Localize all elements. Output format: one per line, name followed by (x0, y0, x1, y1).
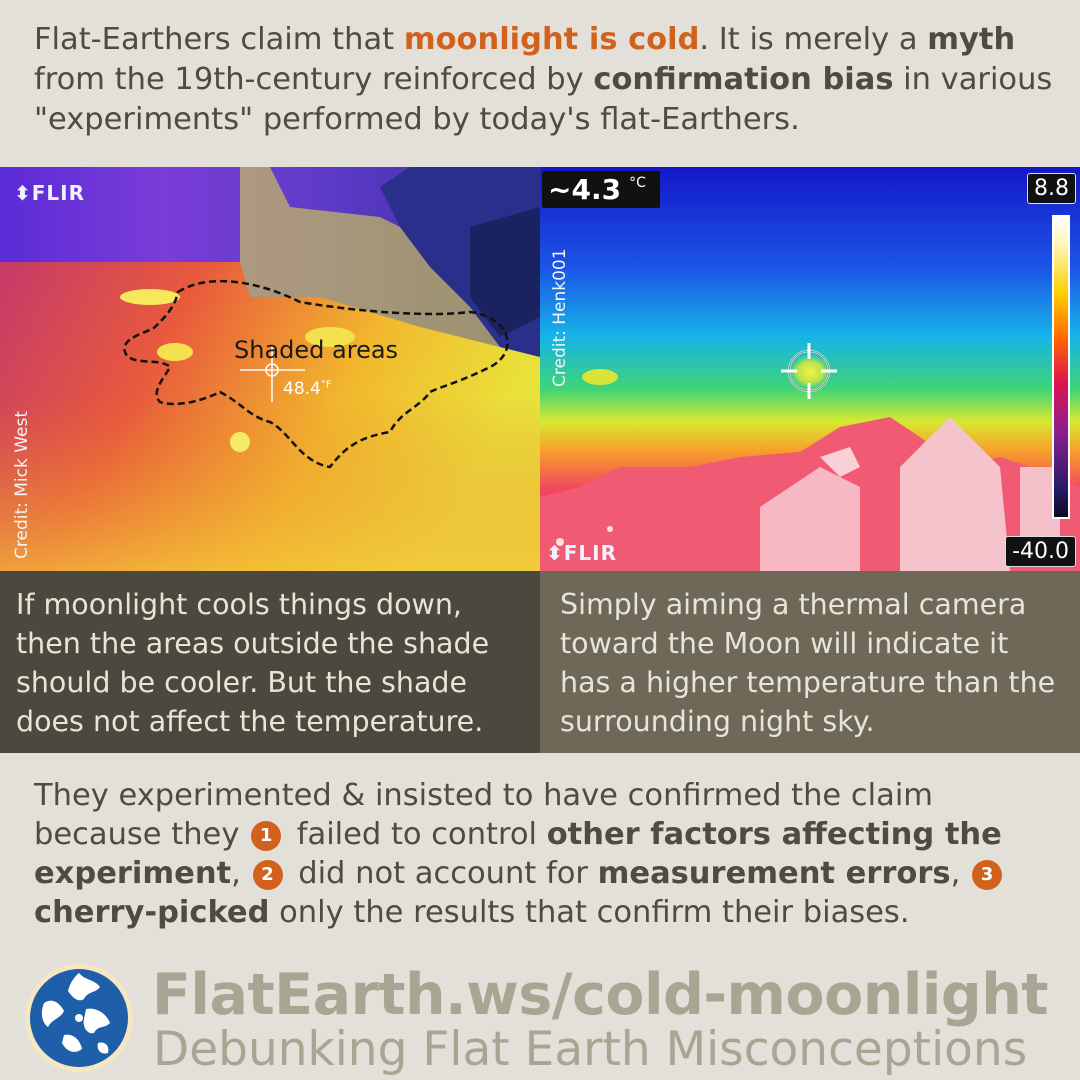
scale-max-value: 8.8 (1027, 173, 1076, 204)
credit-henk001: Credit: Henk001 (550, 248, 570, 387)
site-tagline: Debunking Flat Earth Misconceptions (153, 1022, 1028, 1077)
flat-earth-globe-logo (25, 964, 133, 1072)
confirmation-bias-bold: confirmation bias (593, 62, 894, 97)
thermal-image-moon: ~4.3 °C 8.8 -40.0 Credit: Henk001 ⬍FLIR (540, 167, 1080, 571)
temperature-scale-bar (1052, 215, 1070, 519)
conclusion-part: , (950, 856, 970, 891)
intro-text-part: Flat-Earthers claim that (34, 22, 404, 57)
cherry-picked-bold: cherry-picked (34, 895, 270, 930)
conclusion-part: failed to control (287, 817, 547, 852)
number-badge-1: 1 (251, 821, 282, 851)
myth-bold: myth (927, 22, 1016, 57)
intro-text-part: from the 19th-century reinforced by (34, 62, 594, 97)
conclusion-part: did not account for (288, 856, 598, 891)
measurement-errors-bold: measurement errors (597, 856, 951, 891)
thermal-image-shade: ⬍FLIR Credit: Mick West Shaded areas 48.… (0, 167, 540, 571)
reading-unit: °F (320, 379, 332, 391)
thermal-image-shade-graphic (0, 167, 540, 571)
claim-highlight: moonlight is cold (403, 22, 700, 57)
temperature-reading: 48.4°F (283, 379, 332, 399)
flir-logo: ⬍FLIR (546, 541, 618, 565)
credit-mick-west: Credit: Mick West (12, 410, 32, 559)
reading-value: 48.4 (283, 379, 321, 399)
intro-text: Flat-Earthers claim that moonlight is co… (34, 20, 1064, 140)
number-badge-3: 3 (971, 860, 1002, 890)
number-badge-2: 2 (252, 860, 283, 890)
conclusion-text: They experimented & insisted to have con… (34, 776, 1064, 932)
temperature-value: ~4.3 (548, 173, 622, 206)
conclusion-part: only the results that confirm their bias… (269, 895, 910, 930)
temperature-unit: °C (629, 175, 646, 191)
shaded-areas-label: Shaded areas (234, 336, 399, 364)
scale-min-value: -40.0 (1005, 536, 1076, 567)
conclusion-part: , (231, 856, 251, 891)
temperature-readout: ~4.3 °C (542, 171, 660, 208)
caption-shade-experiment: If moonlight cools things down, then the… (0, 571, 540, 753)
flir-logo: ⬍FLIR (14, 181, 86, 205)
caption-moon-camera: Simply aiming a thermal camera toward th… (540, 571, 1080, 753)
site-url: FlatEarth.ws/cold-moonlight (152, 962, 1049, 1028)
intro-text-part: . It is merely a (699, 22, 928, 57)
thermal-image-moon-graphic (540, 167, 1080, 571)
